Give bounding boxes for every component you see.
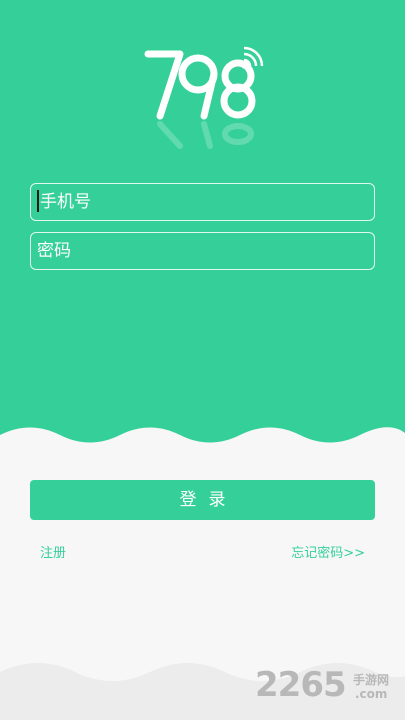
password-placeholder: 密码 bbox=[37, 241, 71, 261]
app-logo bbox=[144, 46, 264, 149]
phone-placeholder: 手机号 bbox=[40, 192, 91, 212]
site-watermark: 2265 手游网 .com bbox=[255, 665, 400, 715]
watermark-number: 2265 bbox=[255, 665, 347, 705]
watermark-domain: .com bbox=[355, 687, 388, 701]
register-link[interactable]: 注册 bbox=[40, 542, 66, 561]
phone-input[interactable]: 手机号 bbox=[30, 183, 375, 221]
watermark-site-name: 手游网 bbox=[353, 673, 390, 687]
text-cursor bbox=[37, 189, 39, 212]
wave-divider bbox=[0, 425, 405, 465]
forgot-password-link[interactable]: 忘记密码>> bbox=[291, 542, 365, 561]
login-button[interactable]: 登录 bbox=[30, 480, 375, 520]
password-input[interactable]: 密码 bbox=[30, 232, 375, 270]
